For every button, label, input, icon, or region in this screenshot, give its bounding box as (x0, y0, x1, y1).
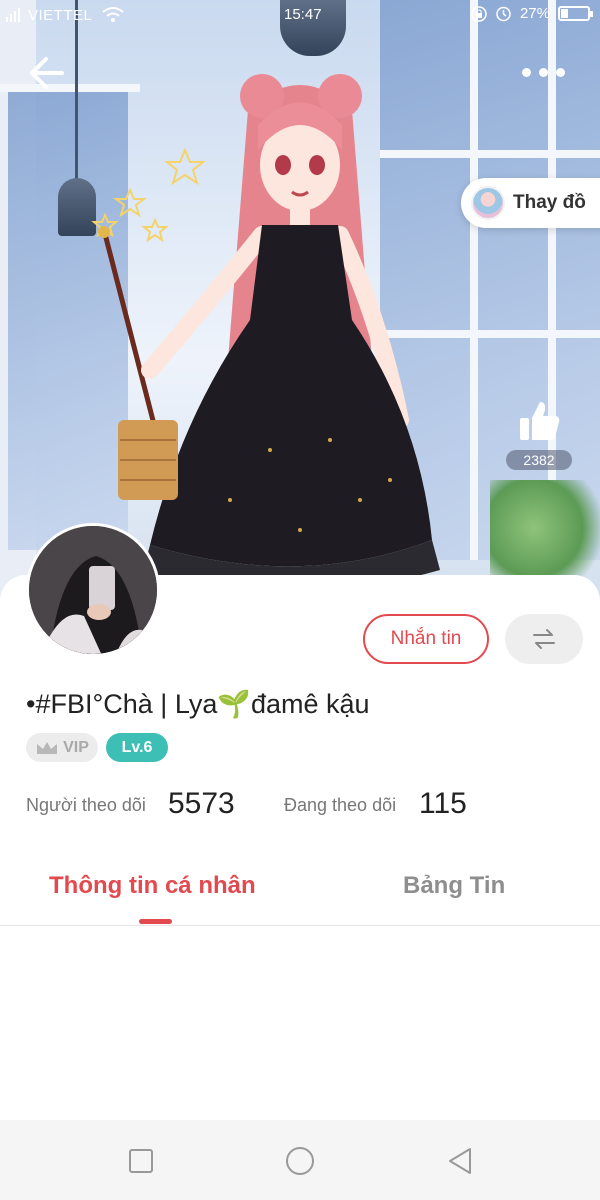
avatar-photo (29, 526, 157, 654)
vip-label: VIP (63, 738, 89, 756)
recent-apps-icon[interactable] (124, 1144, 158, 1178)
followers-count[interactable]: 5573 (168, 787, 235, 821)
battery-percent: 27% (519, 5, 550, 22)
battery-level (561, 9, 569, 18)
home-icon[interactable] (283, 1144, 317, 1178)
system-nav-bar (0, 1120, 600, 1200)
status-bar: VIETTEL 15:47 27% (0, 0, 600, 30)
alarm-icon (496, 6, 511, 22)
change-outfit-button[interactable]: Thay đồ (461, 178, 600, 228)
switch-button[interactable] (505, 614, 583, 664)
wifi-icon (102, 7, 124, 22)
tab-personal-info[interactable]: Thông tin cá nhân (49, 872, 256, 900)
character-illustration (91, 74, 440, 592)
thumbs-up-icon[interactable] (516, 398, 562, 444)
like-widget: 2382 (506, 398, 572, 470)
change-outfit-label: Thay đồ (513, 192, 586, 213)
tab-divider (0, 925, 600, 926)
signal-icon (6, 8, 20, 22)
back-triangle-icon[interactable] (444, 1144, 478, 1178)
status-time: 15:47 (284, 6, 322, 23)
message-button[interactable]: Nhắn tin (363, 614, 489, 664)
following-count[interactable]: 115 (419, 787, 467, 821)
followers-label[interactable]: Người theo dõi (26, 795, 146, 816)
battery-icon (558, 6, 593, 21)
like-count: 2382 (506, 450, 572, 470)
lock-icon (471, 5, 487, 22)
avatar[interactable] (26, 523, 160, 657)
outfit-avatar-icon (471, 186, 505, 220)
crown-icon (37, 741, 58, 754)
more-horizontal-icon (539, 67, 548, 77)
carrier-name: VIETTEL (28, 6, 93, 24)
swap-arrows-icon (533, 629, 555, 649)
back-button[interactable] (22, 50, 72, 96)
active-tab-indicator (139, 919, 172, 924)
more-horizontal-icon (522, 67, 531, 77)
more-options-button[interactable] (522, 60, 572, 84)
more-horizontal-icon (556, 67, 565, 77)
profile-hero-background (0, 0, 600, 600)
vip-badge: VIP (26, 733, 98, 762)
tab-news-feed[interactable]: Bảng Tin (403, 872, 505, 900)
arrow-left-icon (30, 57, 64, 89)
level-badge: Lv.6 (106, 733, 168, 762)
username: •#FBI°Chà | Lya🌱đamê kậu (26, 689, 370, 719)
following-label[interactable]: Đang theo dõi (284, 795, 396, 816)
